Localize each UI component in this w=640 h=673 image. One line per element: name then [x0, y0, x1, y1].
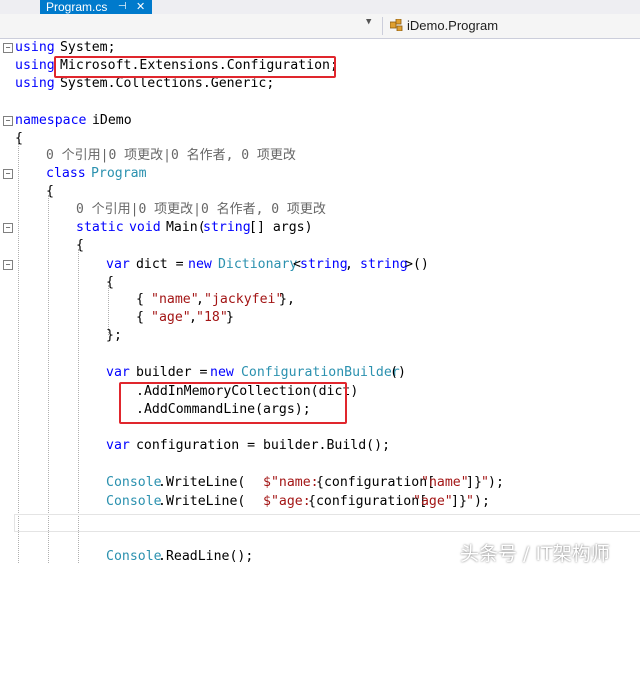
code-token: ]} [466, 475, 482, 490]
code-token: {configuration[ [308, 494, 428, 509]
code-token: "18" [196, 310, 228, 325]
code-token: var [106, 257, 130, 272]
code-token: .WriteLine( [158, 494, 246, 509]
highlight-box-builder [119, 382, 347, 424]
code-token: "jackyfei" [204, 292, 284, 307]
code-token: namespace [15, 113, 87, 128]
code-token: Console [106, 475, 162, 490]
code-token: string [360, 257, 408, 272]
type-dropdown[interactable] [0, 17, 383, 35]
code-line: Console .WriteLine( $"name: {configurati… [0, 474, 640, 492]
code-token: string [300, 257, 348, 272]
code-token: Console [106, 494, 162, 509]
code-line: var builder = new ConfigurationBuilder (… [0, 364, 640, 382]
code-token: } [226, 310, 234, 325]
code-lens-text[interactable]: 0 个引用|0 项更改|0 名作者, 0 项更改 [76, 201, 326, 219]
code-token: System; [52, 40, 116, 55]
code-line: }; [0, 327, 640, 345]
member-dropdown[interactable]: iDemo.Program [390, 17, 498, 35]
code-token: { [136, 310, 152, 325]
code-token: { [46, 184, 54, 199]
code-line: { [0, 274, 640, 292]
code-token: new [188, 257, 212, 272]
code-line: { [0, 237, 640, 255]
code-token: dict = [128, 257, 192, 272]
tab-bar: Program.cs ⊣ ✕ [0, 0, 640, 14]
code-token: () [390, 365, 406, 380]
code-editor[interactable]: − − − − − using System; using Microsoft.… [0, 39, 640, 565]
tab-label: Program.cs [46, 0, 108, 14]
code-token: builder = [128, 365, 216, 380]
code-token: string [203, 220, 251, 235]
code-line: { "age" , "18" } [0, 309, 640, 327]
code-token: "name" [151, 292, 199, 307]
code-token: >() [405, 257, 429, 272]
current-line-highlight [14, 514, 640, 532]
code-line: class Program [0, 165, 640, 183]
code-line: var configuration = builder.Build(); [0, 437, 640, 455]
chevron-down-icon[interactable]: ▼ [366, 17, 371, 27]
code-line: Console .WriteLine( $"age: {configuratio… [0, 493, 640, 511]
code-token: ConfigurationBuilder [233, 365, 400, 380]
code-token: var [106, 365, 130, 380]
class-icon [390, 19, 403, 31]
code-token: $"name: [263, 475, 319, 490]
code-token: using [15, 76, 55, 91]
code-token: var [106, 438, 130, 453]
code-token: " [466, 494, 474, 509]
code-token: { [15, 131, 23, 146]
code-token: { [106, 275, 114, 290]
code-token: "name" [421, 475, 469, 490]
code-token: Console [106, 549, 162, 564]
code-token: }; [106, 328, 122, 343]
tab-program-cs[interactable]: Program.cs ⊣ ✕ [40, 0, 152, 14]
code-token: static [76, 220, 124, 235]
code-token: iDemo [84, 113, 132, 128]
code-token: , [196, 292, 204, 307]
code-token: void [121, 220, 161, 235]
code-token: new [210, 365, 234, 380]
code-token: Program [83, 166, 147, 181]
highlight-box-using [54, 56, 336, 78]
code-token: {configuration[ [316, 475, 436, 490]
code-token: "age" [413, 494, 453, 509]
code-token: .ReadLine(); [158, 549, 254, 564]
code-line: { [0, 130, 640, 148]
code-line: namespace iDemo [0, 112, 640, 130]
watermark: 头条号 / IT架构师 [460, 543, 610, 565]
member-label: iDemo.Program [407, 18, 499, 33]
code-lens[interactable]: 0 个引用|0 项更改|0 名作者, 0 项更改 [0, 201, 640, 219]
code-line: { "name" , "jackyfei" }, [0, 291, 640, 309]
code-token: ); [474, 494, 490, 509]
code-token: { [136, 292, 152, 307]
code-token: { [76, 238, 84, 253]
pin-icon[interactable]: ⊣ [118, 0, 127, 14]
code-token: Main( [158, 220, 206, 235]
code-line: var dict = new Dictionary < string , str… [0, 256, 640, 274]
code-token: using [15, 40, 55, 55]
code-token: $"age: [263, 494, 311, 509]
code-token: configuration = builder.Build(); [128, 438, 391, 453]
code-token: Dictionary [210, 257, 298, 272]
code-token: "age" [151, 310, 191, 325]
code-token: class [46, 166, 86, 181]
code-line: static void Main( string [] args) [0, 219, 640, 237]
code-token: }, [279, 292, 295, 307]
code-token: , [345, 257, 361, 272]
code-token: ]} [451, 494, 467, 509]
code-token: ); [488, 475, 504, 490]
navigation-bar: ▼ iDemo.Program [0, 14, 640, 39]
close-icon[interactable]: ✕ [136, 0, 145, 14]
code-token: .WriteLine( [158, 475, 246, 490]
code-lens-text[interactable]: 0 个引用|0 项更改|0 名作者, 0 项更改 [46, 147, 296, 165]
code-line: { [0, 183, 640, 201]
code-token: using [15, 58, 55, 73]
code-line: using System; [0, 39, 640, 57]
code-token: [] args) [249, 220, 313, 235]
code-lens[interactable]: 0 个引用|0 项更改|0 名作者, 0 项更改 [0, 147, 640, 165]
